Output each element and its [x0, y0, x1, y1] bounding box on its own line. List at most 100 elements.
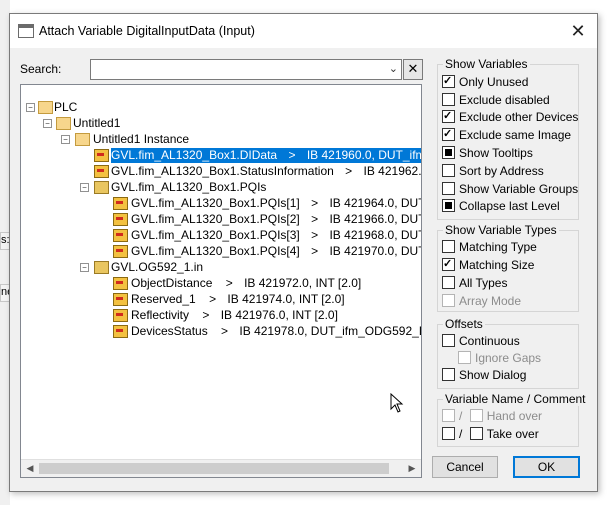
close-icon[interactable]: ✕	[565, 18, 591, 44]
tree-node-info: IB 421960.0, DUT_ifm_A	[306, 148, 421, 162]
tree-node[interactable]: GVL.fim_AL1320_Box1.PQIs[3] > IB 421968.…	[131, 228, 421, 243]
checkbox-all-types[interactable]: All Types	[442, 275, 507, 291]
checkbox-icon[interactable]	[442, 276, 455, 289]
checkbox-show-tooltips[interactable]: Show Tooltips	[442, 145, 533, 161]
search-input[interactable]: ⌄	[90, 59, 402, 80]
arrow-label: >	[311, 244, 319, 258]
tree-node-selected[interactable]: GVL.fim_AL1320_Box1.DIData > IB 421960.0…	[111, 148, 421, 163]
arrow-label: >	[311, 212, 319, 226]
checkbox-label: Only Unused	[459, 75, 529, 89]
mouse-cursor-icon	[390, 393, 404, 413]
tree-node[interactable]: PLC	[54, 100, 77, 115]
variable-tree[interactable]: − PLC − Untitled1 − Untitled1 Instance G…	[20, 84, 422, 478]
tree-node[interactable]: DevicesStatus > IB 421978.0, DUT_ifm_ODG…	[131, 324, 422, 339]
arrow-label: >	[311, 228, 319, 242]
checkbox-icon[interactable]	[442, 368, 455, 381]
checkbox-exclude-disabled[interactable]: Exclude disabled	[442, 92, 550, 108]
variable-icon	[113, 277, 128, 290]
checkbox-label: Continuous	[459, 334, 520, 348]
take-over-row[interactable]: / Take over	[442, 426, 539, 442]
tree-node-info: IB 421972.0, INT [2.0]	[244, 276, 362, 290]
checkbox-label: Show Dialog	[459, 368, 527, 382]
horizontal-scrollbar[interactable]: ◀ ▶	[21, 459, 421, 477]
collapse-icon[interactable]: −	[26, 103, 35, 112]
tree-node-label: GVL.fim_AL1320_Box1.PQIs[3]	[131, 228, 300, 242]
tree-node[interactable]: GVL.fim_AL1320_Box1.StatusInformation > …	[111, 164, 421, 179]
checkbox-label: Exclude disabled	[459, 93, 550, 107]
checkbox-icon[interactable]	[442, 240, 455, 253]
checkbox-label: Collapse last Level	[459, 199, 560, 213]
variable-group-icon	[94, 261, 109, 274]
tree-node-label: GVL.fim_AL1320_Box1.StatusInformation	[111, 164, 334, 178]
variable-icon	[113, 197, 128, 210]
collapse-icon[interactable]: −	[43, 119, 52, 128]
tree-node[interactable]: GVL.fim_AL1320_Box1.PQIs[1] > IB 421964.…	[131, 196, 421, 211]
clear-search-button[interactable]: ✕	[403, 59, 423, 80]
collapse-icon[interactable]: −	[61, 135, 70, 144]
checkbox-icon[interactable]	[442, 126, 455, 142]
collapse-icon[interactable]: −	[80, 183, 89, 192]
dialog-title: Attach Variable DigitalInputData (Input)	[39, 24, 255, 38]
checkbox-exclude-other-devices[interactable]: Exclude other Devices	[442, 108, 579, 125]
checkbox-show-dialog[interactable]: Show Dialog	[442, 367, 526, 383]
checkbox-sort-by-address[interactable]: Sort by Address	[442, 163, 544, 179]
checkbox-icon	[469, 409, 483, 422]
tree-node-label: GVL.fim_AL1320_Box1.DIData	[111, 148, 278, 162]
hand-over-row: / Hand over	[442, 408, 542, 424]
tree-node[interactable]: Untitled1	[73, 116, 120, 131]
checkbox-label: Sort by Address	[459, 164, 544, 178]
checkbox-icon[interactable]	[442, 73, 455, 89]
tree-node-label: GVL.fim_AL1320_Box1.PQIs[1]	[131, 196, 300, 210]
tree-node[interactable]: Reserved_1 > IB 421974.0, INT [2.0]	[131, 292, 345, 307]
checkbox-matching-type[interactable]: Matching Type	[442, 239, 537, 255]
arrow-label: >	[311, 196, 319, 210]
cancel-button[interactable]: Cancel	[432, 456, 498, 478]
group-title: Show Variable Types	[443, 223, 559, 237]
title-bar: Attach Variable DigitalInputData (Input)…	[10, 14, 597, 48]
tree-node[interactable]: Untitled1 Instance	[93, 132, 189, 147]
checkbox-icon[interactable]	[442, 108, 455, 124]
separator-label: /	[459, 409, 463, 423]
checkbox-show-variable-groups[interactable]: Show Variable Groups	[442, 181, 578, 197]
ok-button[interactable]: OK	[513, 456, 580, 478]
checkbox-icon[interactable]	[442, 199, 455, 212]
tree-node-info: IB 421964.0, DUT_ifr	[329, 196, 421, 210]
tree-node[interactable]: Reflectivity > IB 421976.0, INT [2.0]	[131, 308, 338, 323]
checkbox-icon[interactable]	[469, 427, 483, 440]
tree-node[interactable]: GVL.fim_AL1320_Box1.PQIs[2] > IB 421966.…	[131, 212, 421, 227]
tree-node-label: ObjectDistance	[131, 276, 213, 290]
checkbox-collapse-last-level[interactable]: Collapse last Level	[442, 198, 560, 214]
collapse-icon[interactable]: −	[80, 263, 89, 272]
tree-node[interactable]: ObjectDistance > IB 421972.0, INT [2.0]	[131, 276, 361, 291]
checkbox-icon[interactable]	[442, 146, 455, 159]
group-title: Variable Name / Comment	[443, 392, 588, 406]
checkbox-continuous[interactable]: Continuous	[442, 333, 520, 349]
checkbox-icon[interactable]	[442, 256, 455, 272]
tree-node-label: DevicesStatus	[131, 324, 208, 338]
checkbox-icon[interactable]	[442, 93, 455, 106]
scrollbar-thumb[interactable]	[39, 463, 389, 474]
checkbox-icon[interactable]	[442, 334, 455, 347]
chevron-down-icon[interactable]: ⌄	[389, 62, 398, 75]
group-title: Show Variables	[443, 57, 530, 71]
checkbox-only-unused[interactable]: Only Unused	[442, 73, 529, 90]
checkbox-exclude-same-image[interactable]: Exclude same Image	[442, 126, 571, 143]
checkbox-icon[interactable]	[442, 164, 455, 177]
checkbox-label: Exclude other Devices	[459, 110, 579, 124]
tree-node-info: IB 421966.0, DUT_ifr	[329, 212, 421, 226]
checkbox-icon[interactable]	[442, 182, 455, 195]
tree-node-label: Reflectivity	[131, 308, 190, 322]
checkbox-matching-size[interactable]: Matching Size	[442, 256, 534, 273]
scroll-right-icon[interactable]: ▶	[404, 461, 420, 476]
separator-label: /	[459, 427, 463, 441]
scroll-left-icon[interactable]: ◀	[22, 461, 38, 476]
variable-icon	[113, 325, 128, 338]
arrow-label: >	[221, 324, 229, 338]
tree-node-info: IB 421978.0, DUT_ifm_ODG592_Dev	[239, 324, 422, 338]
variable-icon	[113, 229, 128, 242]
checkbox-icon[interactable]	[442, 427, 455, 440]
tree-node[interactable]: GVL.OG592_1.in	[111, 260, 203, 275]
tree-node[interactable]: GVL.fim_AL1320_Box1.PQIs	[111, 180, 266, 195]
tree-node[interactable]: GVL.fim_AL1320_Box1.PQIs[4] > IB 421970.…	[131, 244, 421, 259]
checkbox-icon	[458, 351, 471, 364]
